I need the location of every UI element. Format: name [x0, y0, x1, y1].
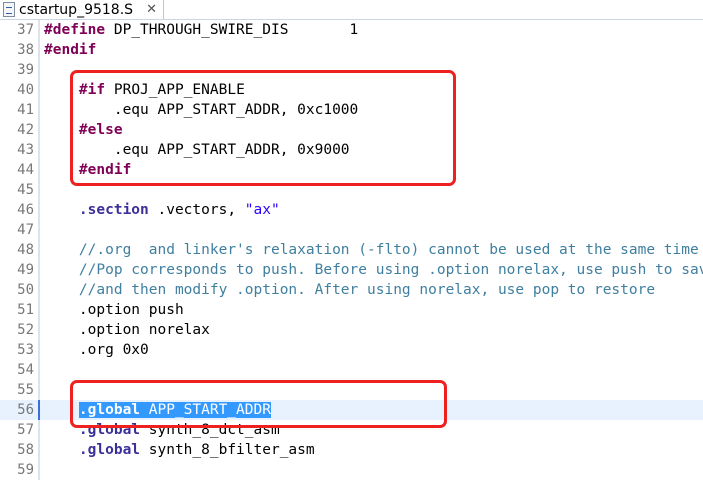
code-text: .section .vectors, "ax": [44, 200, 280, 220]
code-token: .global: [78, 442, 141, 458]
code-line[interactable]: 52 .option norelax: [0, 320, 703, 340]
line-number: 40: [17, 82, 34, 98]
gutter-marker: [38, 260, 40, 280]
gutter-marker: [38, 160, 40, 180]
code-token: "ax": [244, 202, 280, 218]
file-tab[interactable]: cstartup_9518.S ✕: [0, 0, 164, 19]
line-number: 39: [17, 62, 34, 78]
gutter-marker: [38, 340, 40, 360]
code-token: //.org and linker's relaxation (-flto) c…: [44, 242, 699, 258]
code-text: .org 0x0: [44, 340, 149, 360]
file-tab-title: cstartup_9518.S: [19, 1, 134, 18]
code-text: #define DP_THROUGH_SWIRE_DIS 1: [44, 20, 358, 40]
line-number: 43: [17, 142, 34, 158]
line-number: 52: [17, 322, 34, 338]
gutter-marker: [38, 40, 40, 60]
code-text: .global synth_8_bfilter_asm: [44, 440, 315, 460]
line-number: 45: [17, 182, 34, 198]
code-line[interactable]: 46 .section .vectors, "ax": [0, 200, 703, 220]
line-number: 56: [17, 402, 34, 418]
code-text: //and then modify .option. After using n…: [44, 280, 655, 300]
gutter-marker: [38, 60, 40, 80]
gutter-marker: [38, 440, 40, 460]
line-number: 37: [17, 22, 34, 38]
line-number: 47: [17, 222, 34, 238]
code-line[interactable]: 47: [0, 220, 703, 240]
line-number: 53: [17, 342, 34, 358]
line-number: 38: [17, 42, 34, 58]
code-token: synth_8_bfilter_asm: [140, 442, 315, 458]
gutter-marker: [38, 300, 40, 320]
gutter-marker: [38, 180, 40, 200]
code-line[interactable]: 58 .global synth_8_bfilter_asm: [0, 440, 703, 460]
code-line[interactable]: 59: [0, 460, 703, 480]
code-line[interactable]: 54: [0, 360, 703, 380]
gutter-marker: [38, 420, 40, 440]
line-number: 59: [17, 462, 34, 478]
gutter-marker: [38, 320, 40, 340]
code-token: .org 0x0: [44, 342, 149, 358]
line-number: 57: [17, 422, 34, 438]
line-number: 58: [17, 442, 34, 458]
line-number: 48: [17, 242, 34, 258]
code-text: //.org and linker's relaxation (-flto) c…: [44, 240, 699, 260]
code-line[interactable]: 53 .org 0x0: [0, 340, 703, 360]
line-number: 49: [17, 262, 34, 278]
highlight-preprocessor-block: [70, 70, 456, 186]
code-line[interactable]: 48 //.org and linker's relaxation (-flto…: [0, 240, 703, 260]
gutter-marker: [38, 460, 40, 480]
gutter-marker: [38, 220, 40, 240]
line-number: 55: [17, 382, 34, 398]
code-text: .option norelax: [44, 320, 210, 340]
gutter-marker: [38, 140, 40, 160]
gutter-marker: [38, 80, 40, 100]
line-number: 44: [17, 162, 34, 178]
code-text: .option push: [44, 300, 184, 320]
line-number: 50: [17, 282, 34, 298]
close-tab-icon[interactable]: ✕: [146, 3, 157, 16]
line-number: 54: [17, 362, 34, 378]
code-token: .option push: [44, 302, 184, 318]
code-line[interactable]: 49 //Pop corresponds to push. Before usi…: [0, 260, 703, 280]
gutter-marker: [38, 200, 40, 220]
line-number: 51: [17, 302, 34, 318]
code-text: //Pop corresponds to push. Before using …: [44, 260, 703, 280]
code-token: .option norelax: [44, 322, 210, 338]
code-token: DP_THROUGH_SWIRE_DIS 1: [105, 22, 359, 38]
gutter-marker: [38, 360, 40, 380]
line-number: 42: [17, 122, 34, 138]
highlight-global-app-start-addr: [70, 380, 447, 428]
code-token: .vectors,: [148, 202, 245, 218]
code-token: .section: [78, 202, 149, 218]
code-text: #endif: [44, 40, 96, 60]
gutter-marker: [38, 280, 40, 300]
gutter-marker: [38, 100, 40, 120]
editor-tab-bar: cstartup_9518.S ✕: [0, 0, 703, 20]
code-token: //and then modify .option. After using n…: [44, 282, 656, 298]
code-token: //Pop corresponds to push. Before using …: [44, 262, 703, 278]
code-line[interactable]: 37 #define DP_THROUGH_SWIRE_DIS 1: [0, 20, 703, 40]
code-line[interactable]: 51 .option push: [0, 300, 703, 320]
gutter-marker: [38, 400, 40, 420]
assembly-file-icon: [3, 2, 15, 17]
code-token: #endif: [44, 42, 97, 58]
code-line[interactable]: 50 //and then modify .option. After usin…: [0, 280, 703, 300]
gutter-marker: [38, 20, 40, 40]
gutter-marker: [38, 120, 40, 140]
gutter-marker: [38, 240, 40, 260]
code-line[interactable]: 38 #endif: [0, 40, 703, 60]
gutter-marker: [38, 380, 40, 400]
line-number: 46: [17, 202, 34, 218]
line-number: 41: [17, 102, 34, 118]
code-token: #define: [44, 22, 106, 38]
